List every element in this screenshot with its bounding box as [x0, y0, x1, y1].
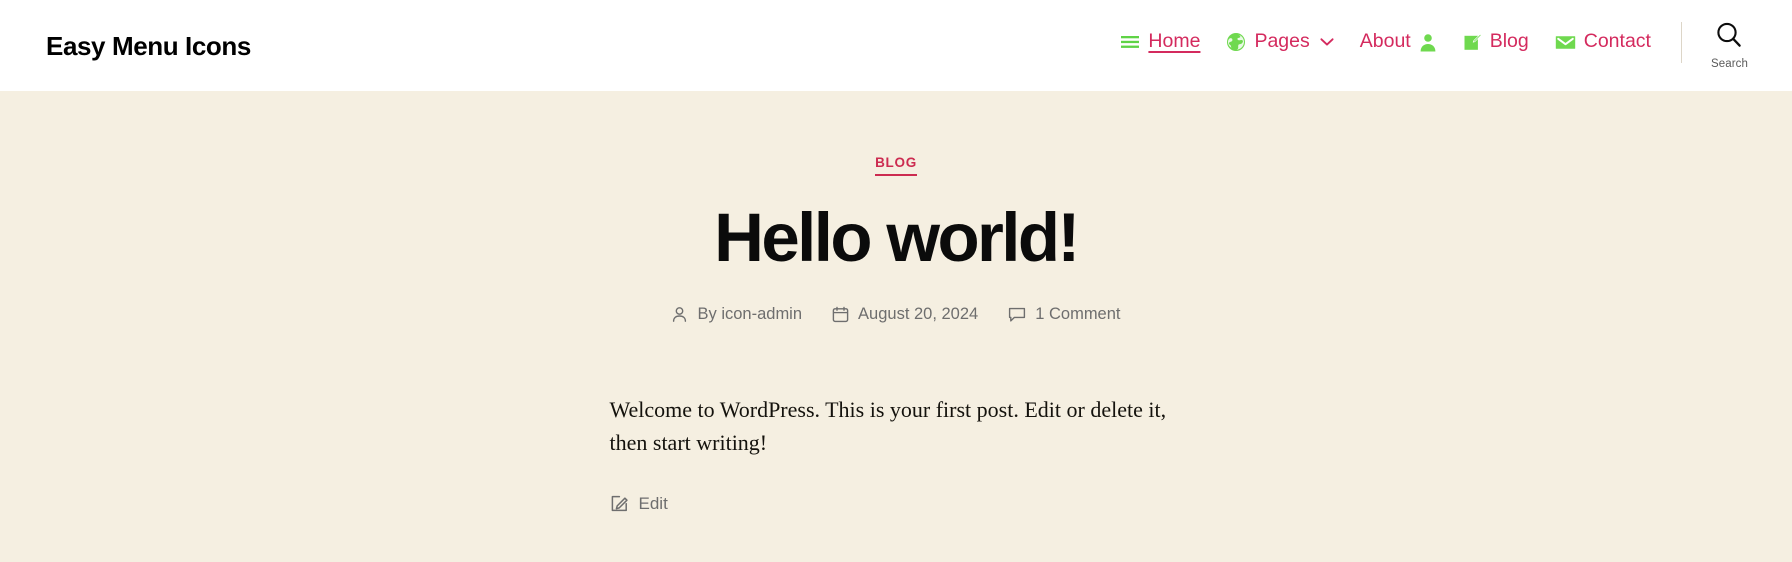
- post-body-paragraph: Welcome to WordPress. This is your first…: [609, 396, 1167, 456]
- nav-item-home[interactable]: Home: [1120, 32, 1200, 52]
- post-header: BLOG Hello world! By icon-admin August 2…: [0, 91, 1792, 323]
- chevron-down-icon[interactable]: [1320, 37, 1334, 47]
- post-date-label[interactable]: August 20, 2024: [858, 306, 978, 323]
- primary-navigation: Home Pages About Blog Contact: [1120, 28, 1651, 56]
- post-author: By icon-admin: [671, 306, 802, 323]
- person-outline-icon: [671, 306, 688, 323]
- comment-bubble-icon: [1008, 306, 1026, 323]
- post-title: Hello world!: [714, 198, 1080, 276]
- pencil-square-icon: [1463, 33, 1482, 52]
- post-meta: By icon-admin August 20, 2024 1 Comment: [0, 306, 1792, 323]
- person-icon: [1419, 33, 1437, 52]
- nav-label-blog: Blog: [1489, 30, 1529, 53]
- edit-pencil-icon: [610, 494, 629, 513]
- search-toggle-label: Search: [1710, 58, 1748, 70]
- post-category-link[interactable]: BLOG: [875, 156, 917, 176]
- post-content: Welcome to WordPress. This is your first…: [585, 393, 1208, 514]
- nav-item-blog[interactable]: Blog: [1463, 32, 1529, 52]
- site-header: Easy Menu Icons Home Pages About Blog Co…: [0, 0, 1792, 91]
- nav-label-contact: Contact: [1583, 30, 1651, 53]
- post-comments: 1 Comment: [1008, 306, 1121, 323]
- site-main: BLOG Hello world! By icon-admin August 2…: [0, 91, 1792, 562]
- post-author-label[interactable]: By icon-admin: [697, 306, 802, 323]
- hamburger-menu-icon: [1120, 34, 1140, 50]
- search-toggle-button[interactable]: Search: [1711, 19, 1748, 71]
- nav-item-contact[interactable]: Contact: [1555, 32, 1651, 52]
- site-title[interactable]: Easy Menu Icons: [46, 33, 251, 59]
- post-date: August 20, 2024: [832, 306, 978, 323]
- header-divider: [1680, 22, 1682, 63]
- nav-label-about: About: [1359, 30, 1411, 53]
- magnifier-icon: [1713, 19, 1745, 56]
- post-comments-label[interactable]: 1 Comment: [1035, 306, 1120, 323]
- globe-icon: [1226, 32, 1246, 52]
- nav-item-pages[interactable]: Pages: [1226, 30, 1334, 53]
- calendar-icon: [832, 306, 849, 323]
- post-edit-label: Edit: [638, 493, 668, 513]
- envelope-icon: [1555, 34, 1576, 50]
- post-edit-link[interactable]: Edit: [610, 494, 1208, 514]
- nav-label-home: Home: [1148, 30, 1201, 53]
- nav-label-pages: Pages: [1254, 30, 1310, 53]
- nav-item-about[interactable]: About: [1360, 32, 1437, 52]
- header-right-cluster: Home Pages About Blog Contact Search: [1120, 0, 1748, 71]
